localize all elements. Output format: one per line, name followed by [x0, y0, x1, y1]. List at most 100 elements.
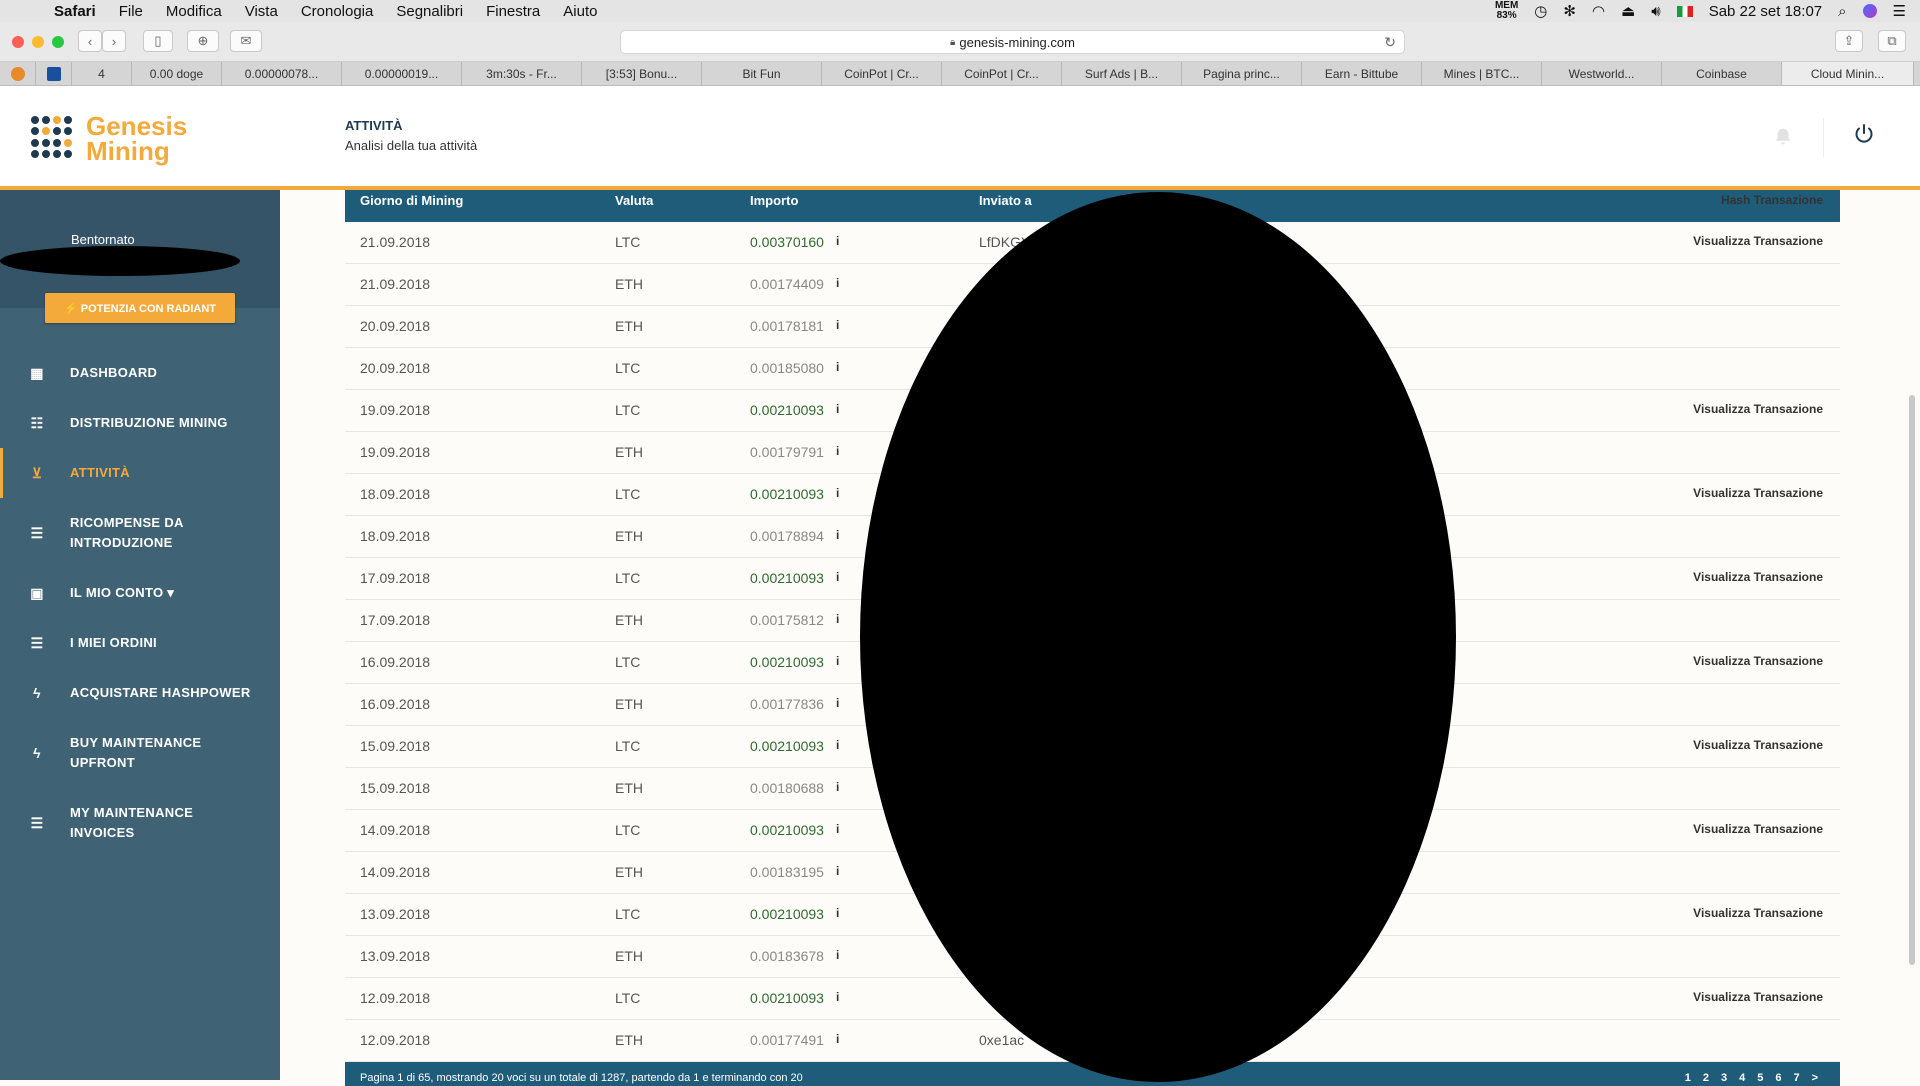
clock[interactable]: Sab 22 set 18:07 [1709, 3, 1822, 20]
logout-power-icon[interactable] [1852, 122, 1878, 148]
info-icon[interactable]: i [836, 570, 839, 584]
mail-icon[interactable]: ✉ [230, 30, 262, 52]
memory-status[interactable]: MEM 83% [1495, 1, 1518, 21]
info-icon[interactable]: i [836, 780, 839, 794]
forward-icon[interactable]: › [102, 30, 126, 52]
view-transaction-link[interactable]: Visualizza Transazione [1693, 234, 1823, 248]
page-link[interactable]: 7 [1793, 1072, 1799, 1084]
info-icon[interactable]: i [836, 486, 839, 500]
close-window-icon[interactable] [12, 36, 24, 48]
menu-vista[interactable]: Vista [245, 3, 278, 20]
menu-segnalibri[interactable]: Segnalibri [396, 3, 463, 20]
genesis-logo-icon[interactable] [31, 116, 73, 158]
tab-item[interactable]: Mines | BTC... [1422, 62, 1542, 85]
page-link[interactable]: 4 [1739, 1072, 1745, 1084]
sidebar-item-my-account[interactable]: ▣ IL MIO CONTO ▾ [0, 568, 280, 618]
back-icon[interactable]: ‹ [78, 30, 102, 52]
tab-item[interactable]: Bit Fun [702, 62, 822, 85]
sidebar-item-buy-hashpower[interactable]: ϟ ACQUISTARE HASHPOWER [0, 668, 280, 718]
info-icon[interactable]: i [836, 696, 839, 710]
sidebar-item-referral-rewards[interactable]: ☰ RICOMPENSE DA INTRODUZIONE [0, 498, 280, 568]
sidebar-item-dashboard[interactable]: ▦ DASHBOARD [0, 348, 280, 398]
page-link[interactable]: 2 [1703, 1072, 1709, 1084]
notification-bell-icon[interactable] [1772, 126, 1794, 148]
tab-item[interactable]: Earn - Bittube [1302, 62, 1422, 85]
sidebar-item-activity[interactable]: ⊻ ATTIVITÀ [0, 448, 280, 498]
view-transaction-link[interactable]: Visualizza Transazione [1693, 906, 1823, 920]
siri-icon[interactable] [1862, 4, 1877, 18]
new-tab-button[interactable]: + [1914, 62, 1920, 85]
info-icon[interactable]: i [836, 234, 839, 248]
wifi-icon[interactable]: ◠ [1592, 2, 1605, 20]
view-transaction-link[interactable]: Visualizza Transazione [1693, 402, 1823, 416]
radiant-boost-button[interactable]: ⚡ POTENZIA CON RADIANT [45, 293, 235, 323]
info-icon[interactable]: i [836, 864, 839, 878]
info-icon[interactable]: i [836, 318, 839, 332]
view-transaction-link[interactable]: Visualizza Transazione [1693, 570, 1823, 584]
tab-item[interactable]: Pagina princ... [1182, 62, 1302, 85]
tab-item[interactable]: Surf Ads | B... [1062, 62, 1182, 85]
notification-center-icon[interactable]: ☰ [1893, 2, 1906, 20]
page-link[interactable]: 5 [1757, 1072, 1763, 1084]
tab-item[interactable]: Coinbase [1662, 62, 1782, 85]
info-icon[interactable]: i [836, 1032, 839, 1046]
view-transaction-link[interactable]: Visualizza Transazione [1693, 486, 1823, 500]
view-transaction-link[interactable]: Visualizza Transazione [1693, 738, 1823, 752]
info-icon[interactable]: i [836, 402, 839, 416]
header-sent-to[interactable]: Inviato a [979, 193, 1032, 208]
next-page-link[interactable]: > [1812, 1072, 1818, 1084]
bluetooth-icon[interactable]: ✻ [1563, 2, 1576, 20]
menu-cronologia[interactable]: Cronologia [301, 3, 374, 20]
info-icon[interactable]: i [836, 360, 839, 374]
menu-finestra[interactable]: Finestra [486, 3, 540, 20]
menu-file[interactable]: File [119, 3, 143, 20]
info-icon[interactable]: i [836, 906, 839, 920]
sidebar-item-buy-maintenance[interactable]: ϟ BUY MAINTENANCE UPFRONT [0, 718, 280, 788]
sidebar-toggle-icon[interactable]: ▯ [143, 30, 173, 52]
tab-item[interactable]: CoinPot | Cr... [822, 62, 942, 85]
tab-item[interactable]: 0.00000078... [222, 62, 342, 85]
minimize-window-icon[interactable] [32, 36, 44, 48]
zoom-window-icon[interactable] [52, 36, 64, 48]
sidebar-item-maintenance-invoices[interactable]: ☰ MY MAINTENANCE INVOICES [0, 788, 280, 858]
tab-overview-icon[interactable]: ⧉ [1878, 30, 1906, 52]
info-icon[interactable]: i [836, 612, 839, 626]
share-icon[interactable]: ⇪ [1835, 30, 1863, 52]
page-link[interactable]: 1 [1685, 1072, 1691, 1084]
info-icon[interactable]: i [836, 948, 839, 962]
info-icon[interactable]: i [836, 738, 839, 752]
tab-item[interactable]: 3m:30s - Fr... [462, 62, 582, 85]
tab-pinned-2[interactable] [36, 62, 72, 85]
tab-item[interactable]: [3:53] Bonu... [582, 62, 702, 85]
sidebar-item-my-orders[interactable]: ☰ I MIEI ORDINI [0, 618, 280, 668]
info-icon[interactable]: i [836, 276, 839, 290]
page-scrollbar[interactable] [1909, 395, 1915, 965]
header-date[interactable]: Giorno di Mining [360, 193, 463, 208]
info-icon[interactable]: i [836, 990, 839, 1004]
view-transaction-link[interactable]: Visualizza Transazione [1693, 990, 1823, 1004]
volume-icon[interactable]: 🔊︎ [1651, 3, 1660, 20]
spotlight-icon[interactable]: ⌕ [1838, 3, 1846, 20]
view-transaction-link[interactable]: Visualizza Transazione [1693, 654, 1823, 668]
menu-aiuto[interactable]: Aiuto [563, 3, 597, 20]
tab-item[interactable]: 0.00000019... [342, 62, 462, 85]
info-icon[interactable]: i [836, 444, 839, 458]
time-machine-icon[interactable]: ◷ [1534, 2, 1547, 20]
info-icon[interactable]: i [836, 654, 839, 668]
tab-pinned-1[interactable] [0, 62, 36, 85]
tab-item-active[interactable]: Cloud Minin... [1782, 62, 1914, 85]
extension-icon[interactable]: ⊕ [187, 30, 219, 52]
info-icon[interactable]: i [836, 822, 839, 836]
page-link[interactable]: 6 [1775, 1072, 1781, 1084]
reload-icon[interactable]: ↻ [1384, 34, 1396, 51]
flag-italy-icon[interactable] [1676, 5, 1693, 17]
tab-item[interactable]: 4 [72, 62, 132, 85]
eject-icon[interactable]: ⏏ [1621, 2, 1635, 20]
menu-modifica[interactable]: Modifica [166, 3, 222, 20]
header-currency[interactable]: Valuta [615, 193, 653, 208]
header-hash[interactable]: Hash Transazione [1721, 193, 1823, 207]
address-bar[interactable]: 🔒︎ genesis-mining.com ↻ [620, 30, 1405, 54]
menu-safari[interactable]: Safari [54, 3, 96, 20]
sidebar-item-mining-distribution[interactable]: ☷ DISTRIBUZIONE MINING [0, 398, 280, 448]
view-transaction-link[interactable]: Visualizza Transazione [1693, 822, 1823, 836]
